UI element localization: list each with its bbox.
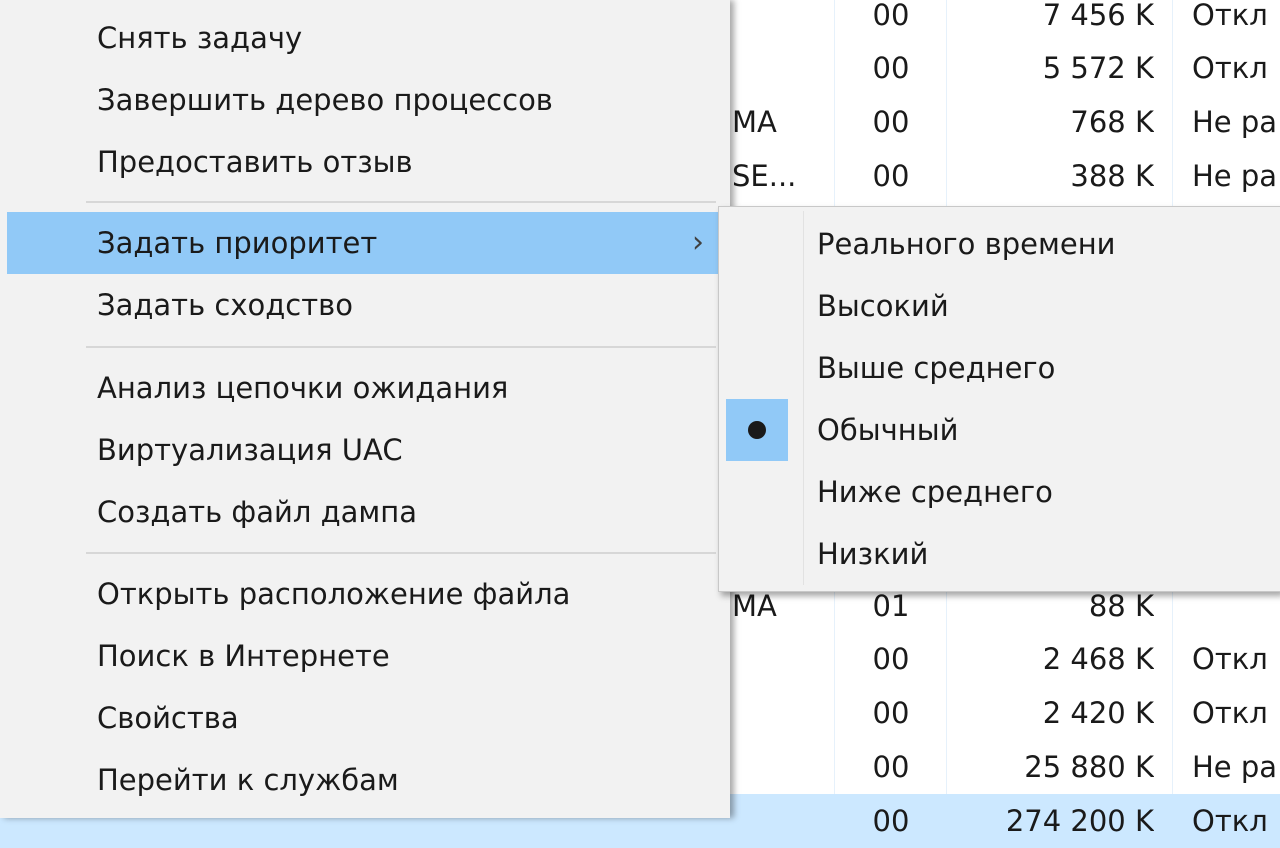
menu-item-label: Поиск в Интернете [97,639,390,673]
menu-item-label: Виртуализация UAC [97,433,403,467]
user-cell [732,0,828,42]
menu-item-set-affinity[interactable]: Задать сходство [0,274,730,336]
menu-item-label: Снять задачу [97,21,303,55]
priority-low[interactable]: Низкий [719,523,1280,585]
priority-label: Реального времени [817,227,1116,261]
cpu-cell: 00 [872,159,910,193]
menu-separator [86,201,716,203]
uac-virtualization-cell: Откл [1192,642,1268,676]
menu-item-provide-feedback[interactable]: Предоставить отзыв [0,131,730,193]
menu-item-label: Предоставить отзыв [97,145,413,179]
bullet-icon [748,421,766,439]
menu-item-open-file-location[interactable]: Открыть расположение файла [0,563,730,625]
menu-item-label: Завершить дерево процессов [97,83,553,117]
menu-item-label: Создать файл дампа [97,495,418,529]
context-menu: Снять задачу Завершить дерево процессов … [0,0,730,818]
memory-cell: 25 880 K [1024,750,1154,784]
uac-virtualization-cell: Не ра [1192,750,1278,784]
menu-item-create-dump-file[interactable]: Создать файл дампа [0,481,730,543]
uac-virtualization-cell: Откл [1192,0,1268,32]
user-cell [732,740,828,794]
menu-separator [86,552,716,554]
uac-virtualization-cell: Откл [1192,51,1268,85]
priority-normal[interactable]: Обычный [719,399,1280,461]
cpu-cell: 00 [872,696,910,730]
priority-below-normal[interactable]: Ниже среднего [719,461,1280,523]
menu-separator [86,346,716,348]
priority-realtime[interactable]: Реального времени [719,213,1280,275]
cpu-cell: 00 [872,750,910,784]
cpu-cell: 00 [872,105,910,139]
menu-item-end-process-tree[interactable]: Завершить дерево процессов [0,69,730,131]
chevron-right-icon: › [692,225,704,260]
priority-high[interactable]: Высокий [719,275,1280,337]
menu-item-search-online[interactable]: Поиск в Интернете [0,625,730,687]
menu-item-end-task[interactable]: Снять задачу [0,7,730,69]
priority-label: Обычный [817,413,959,447]
uac-virtualization-cell: Не ра [1192,105,1278,139]
menu-item-properties[interactable]: Свойства [0,687,730,749]
radio-selected-indicator [726,399,788,461]
user-cell [732,632,828,686]
priority-above-normal[interactable]: Выше среднего [719,337,1280,399]
user-cell [732,686,828,740]
memory-cell: 2 420 K [1042,696,1154,730]
menu-item-label: Задать приоритет [97,226,378,260]
priority-label: Высокий [817,289,949,323]
memory-cell: 7 456 K [1042,0,1154,32]
memory-cell: 5 572 K [1042,51,1154,85]
priority-label: Выше среднего [817,351,1056,385]
priority-label: Ниже среднего [817,475,1053,509]
memory-cell: 768 K [1070,105,1154,139]
cpu-cell: 00 [872,642,910,676]
menu-item-label: Свойства [97,701,239,735]
memory-cell: 2 468 K [1042,642,1154,676]
memory-cell: 274 200 K [1005,804,1154,838]
cpu-cell: 00 [872,51,910,85]
menu-item-set-priority[interactable]: Задать приоритет › [7,212,720,274]
cpu-cell: 00 [872,0,910,32]
menu-item-label: Открыть расположение файла [97,577,571,611]
menu-item-label: Задать сходство [97,288,353,322]
uac-virtualization-cell: Откл [1192,804,1268,838]
priority-label: Низкий [817,537,929,571]
menu-item-label: Перейти к службам [97,763,399,797]
cpu-cell: 00 [872,804,910,838]
menu-item-uac-virtualization[interactable]: Виртуализация UAC [0,419,730,481]
user-cell [732,41,828,95]
menu-item-label: Анализ цепочки ожидания [97,371,509,405]
user-cell [732,794,828,848]
menu-item-analyze-wait-chain[interactable]: Анализ цепочки ожидания [0,357,730,419]
user-cell: MA [732,105,777,139]
priority-submenu: Реального времени Высокий Выше среднего … [718,206,1280,592]
memory-cell: 388 K [1070,159,1154,193]
uac-virtualization-cell: Откл [1192,696,1268,730]
uac-virtualization-cell: Не ра [1192,159,1278,193]
menu-item-go-to-services[interactable]: Перейти к службам [0,749,730,811]
user-cell: SE... [732,159,797,193]
